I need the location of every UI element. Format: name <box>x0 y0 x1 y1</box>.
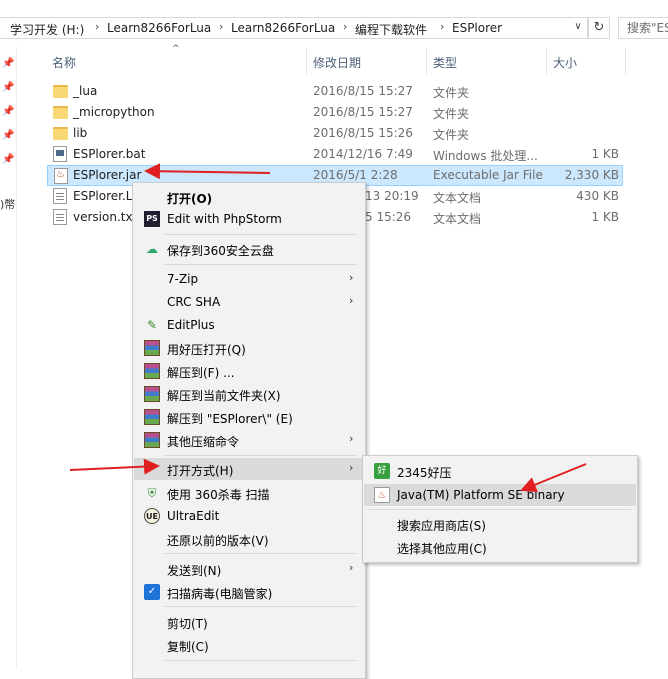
annotation-arrow <box>520 463 587 493</box>
annotation-layer <box>69 163 587 493</box>
annotation-arrow <box>69 458 160 475</box>
annotation-arrow <box>144 163 271 180</box>
